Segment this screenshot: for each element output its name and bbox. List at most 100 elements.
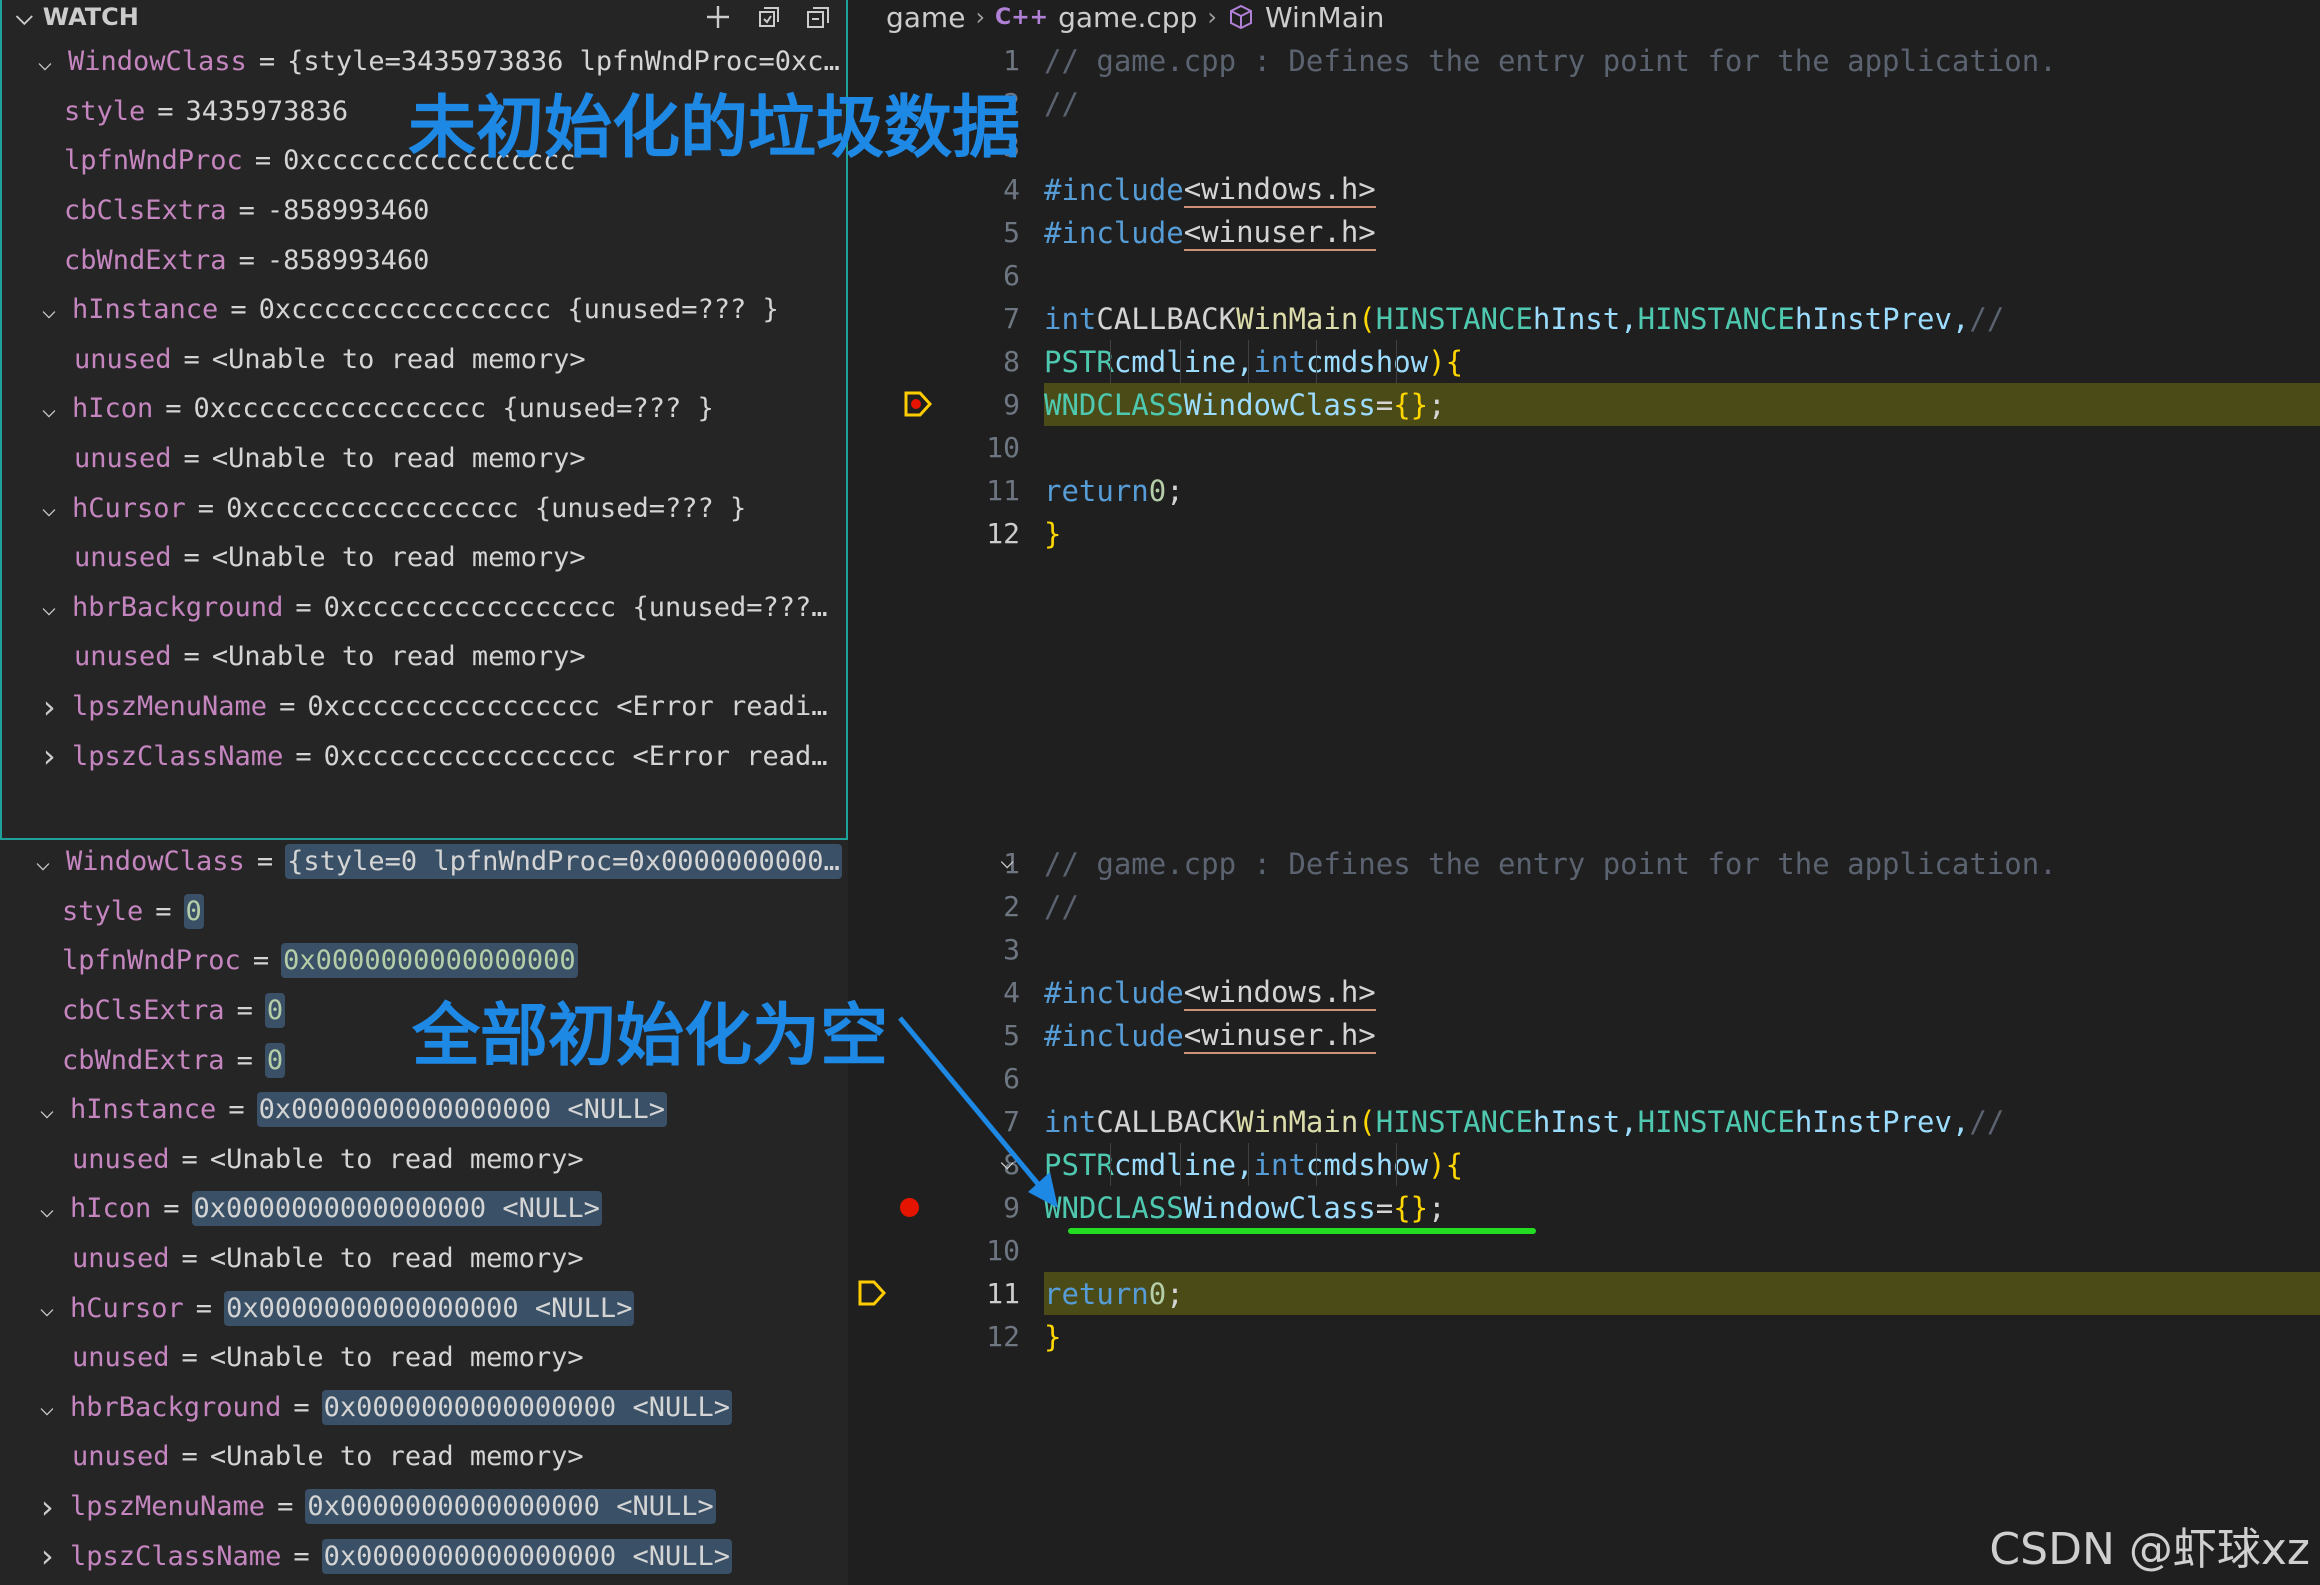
code-token: ) <box>1428 344 1446 379</box>
code-line[interactable]: return 0; <box>1044 1272 1184 1315</box>
chevron-down-icon[interactable]: ⌵ <box>36 593 62 621</box>
code-line[interactable]: return 0; <box>1044 469 1184 512</box>
line-number[interactable]: 10 <box>880 1229 1020 1272</box>
line-number[interactable]: 1 <box>880 842 1020 885</box>
code-token: #include <box>1044 172 1184 207</box>
line-number[interactable]: 12 <box>880 1315 1020 1358</box>
watch-row[interactable]: unused = <Unable to read memory> <box>0 1432 848 1482</box>
code-line[interactable]: // <box>1044 82 1079 125</box>
breadcrumb-symbol[interactable]: WinMain <box>1265 1 1384 34</box>
chevron-down-icon[interactable]: ⌵ <box>30 848 56 876</box>
watch-row[interactable]: ⌵ hInstance = 0xcccccccccccccccc {unused=??… <box>2 285 850 335</box>
watch-row[interactable]: unused = <Unable to read memory> <box>0 1234 848 1284</box>
line-number[interactable]: 11 <box>880 1272 1020 1315</box>
code-token: ; <box>1166 473 1184 508</box>
watch-row[interactable]: unused = <Unable to read memory> <box>0 1333 848 1383</box>
watch-equals: = <box>165 393 182 425</box>
watch-row[interactable]: unused = <Unable to read memory> <box>2 632 850 682</box>
code-line[interactable]: PSTR cmdline, int cmdshow) { <box>1044 340 1463 383</box>
line-number[interactable]: 5 <box>880 211 1020 254</box>
watch-row[interactable]: ⌵ hInstance = 0x0000000000000000 <NULL> <box>0 1085 848 1135</box>
current-line-highlight <box>1044 1272 2320 1315</box>
code-line[interactable]: // <box>1044 885 1079 928</box>
watch-row[interactable]: ⌵ hIcon = 0x0000000000000000 <NULL> <box>0 1184 848 1234</box>
watch-row[interactable]: ⌵ WindowClass = {style=0 lpfnWndProc=0x0000… <box>0 840 848 887</box>
code-line[interactable]: #include <windows.h> <box>1044 971 1376 1014</box>
chevron-right-icon[interactable]: › <box>34 1488 60 1526</box>
paused-breakpoint-icon[interactable] <box>902 389 934 423</box>
watch-row[interactable]: unused = <Unable to read memory> <box>0 1135 848 1185</box>
paused-arrow-icon[interactable] <box>856 1278 888 1312</box>
watch-row[interactable]: ⌵ hbrBackground = 0xcccccccccccccccc {unuse… <box>2 583 850 633</box>
watch-name: cbWndExtra <box>64 244 227 276</box>
line-number[interactable]: 3 <box>880 928 1020 971</box>
chevron-right-icon[interactable]: › <box>36 688 62 726</box>
chevron-down-icon[interactable]: ⌵ <box>16 5 33 30</box>
code-token: WinMain <box>1236 301 1359 336</box>
chevron-down-icon[interactable]: ⌵ <box>34 1393 60 1421</box>
chevron-down-icon[interactable]: ⌵ <box>34 1195 60 1223</box>
line-number[interactable]: 8 <box>880 340 1020 383</box>
chevron-down-icon[interactable]: ⌵ <box>34 1096 60 1124</box>
breadcrumb-folder[interactable]: game <box>886 1 965 34</box>
refresh-icon[interactable] <box>754 3 782 31</box>
watch-title: WATCH <box>42 3 139 31</box>
code-token: int <box>1253 1147 1306 1182</box>
line-number[interactable]: 12 <box>880 512 1020 555</box>
code-line[interactable]: WNDCLASS WindowClass = {}; <box>1044 383 1446 426</box>
watch-row[interactable]: unused = <Unable to read memory> <box>2 533 850 583</box>
watch-row[interactable]: ⌵ hCursor = 0x0000000000000000 <NULL> <box>0 1283 848 1333</box>
watch-row[interactable]: cbClsExtra = -858993460 <box>2 186 850 236</box>
watch-row[interactable]: › lpszClassName = 0x0000000000000000 <NULL> <box>0 1531 848 1581</box>
watch-row[interactable]: cbWndExtra = -858993460 <box>2 235 850 285</box>
code-line[interactable]: int CALLBACK WinMain(HINSTANCE hInst, HI… <box>1044 297 2004 340</box>
add-expression-icon[interactable] <box>704 3 732 31</box>
code-line[interactable]: #include <winuser.h> <box>1044 1014 1376 1057</box>
watch-row[interactable]: ⌵ hIcon = 0xcccccccccccccccc {unused=??? } <box>2 384 850 434</box>
watch-row[interactable]: lpfnWndProc = 0x0000000000000000 <box>0 936 848 986</box>
code-token: = <box>1375 1190 1394 1225</box>
watch-row[interactable]: › lpszMenuName = 0x0000000000000000 <NULL> <box>0 1482 848 1532</box>
chevron-right-icon[interactable]: › <box>36 737 62 775</box>
line-number[interactable]: 4 <box>880 168 1020 211</box>
code-line[interactable]: // game.cpp : Defines the entry point fo… <box>1044 39 2057 82</box>
watch-row[interactable]: unused = <Unable to read memory> <box>2 335 850 385</box>
watch-row[interactable]: ⌵ hbrBackground = 0x0000000000000000 <NULL> <box>0 1383 848 1433</box>
line-number[interactable]: 2 <box>880 885 1020 928</box>
watch-value: 0xcccccccccccccccc {unused=??? } <box>258 294 779 326</box>
watch-value: {style=0 lpfnWndProc=0x0000000000… <box>285 844 842 880</box>
chevron-down-icon[interactable]: ⌵ <box>36 494 62 522</box>
code-line[interactable]: // game.cpp : Defines the entry point fo… <box>1044 842 2057 885</box>
watch-row[interactable]: unused = <Unable to read memory> <box>2 434 850 484</box>
watch-row[interactable]: style = 0 <box>0 887 848 937</box>
line-number[interactable]: 6 <box>880 254 1020 297</box>
code-token: ( <box>1358 301 1376 336</box>
code-line[interactable]: PSTR cmdline, int cmdshow) { <box>1044 1143 1463 1186</box>
code-line[interactable]: #include <windows.h> <box>1044 168 1376 211</box>
chevron-down-icon[interactable]: ⌵ <box>36 395 62 423</box>
breadcrumb-file[interactable]: game.cpp <box>1058 1 1197 34</box>
chevron-down-icon[interactable]: ⌵ <box>34 1294 60 1322</box>
collapse-all-icon[interactable] <box>804 3 832 31</box>
chevron-down-icon[interactable]: ⌵ <box>36 296 62 324</box>
code-line[interactable]: WNDCLASS WindowClass = {}; <box>1044 1186 1446 1229</box>
code-line[interactable]: #include <winuser.h> <box>1044 211 1376 254</box>
line-number[interactable]: 11 <box>880 469 1020 512</box>
chevron-down-icon[interactable]: ⌵ <box>32 48 58 76</box>
fold-chevron-icon[interactable]: ⌵ <box>1000 846 1014 874</box>
line-number[interactable]: 10 <box>880 426 1020 469</box>
watch-value: 0xcccccccccccccccc <Error readi… <box>307 691 828 723</box>
code-token: ; <box>1166 1276 1184 1311</box>
watch-row[interactable]: › lpszClassName = 0xcccccccccccccccc <Error… <box>2 731 850 781</box>
chevron-right-icon[interactable]: › <box>34 1537 60 1575</box>
watch-row[interactable]: ⌵ hCursor = 0xcccccccccccccccc {unused=??? … <box>2 483 850 533</box>
code-line[interactable]: } <box>1044 1315 1061 1358</box>
code-line[interactable]: } <box>1044 512 1061 555</box>
watch-equals: = <box>183 641 200 673</box>
watch-row[interactable]: › lpszMenuName = 0xcccccccccccccccc <Error … <box>2 682 850 732</box>
code-line[interactable]: int CALLBACK WinMain(HINSTANCE hInst, HI… <box>1044 1100 2004 1143</box>
line-number[interactable]: 7 <box>880 297 1020 340</box>
watch-value: 0x0000000000000000 <NULL> <box>305 1489 716 1525</box>
line-number[interactable]: 9 <box>880 383 1020 426</box>
watch-equals: = <box>230 294 247 326</box>
